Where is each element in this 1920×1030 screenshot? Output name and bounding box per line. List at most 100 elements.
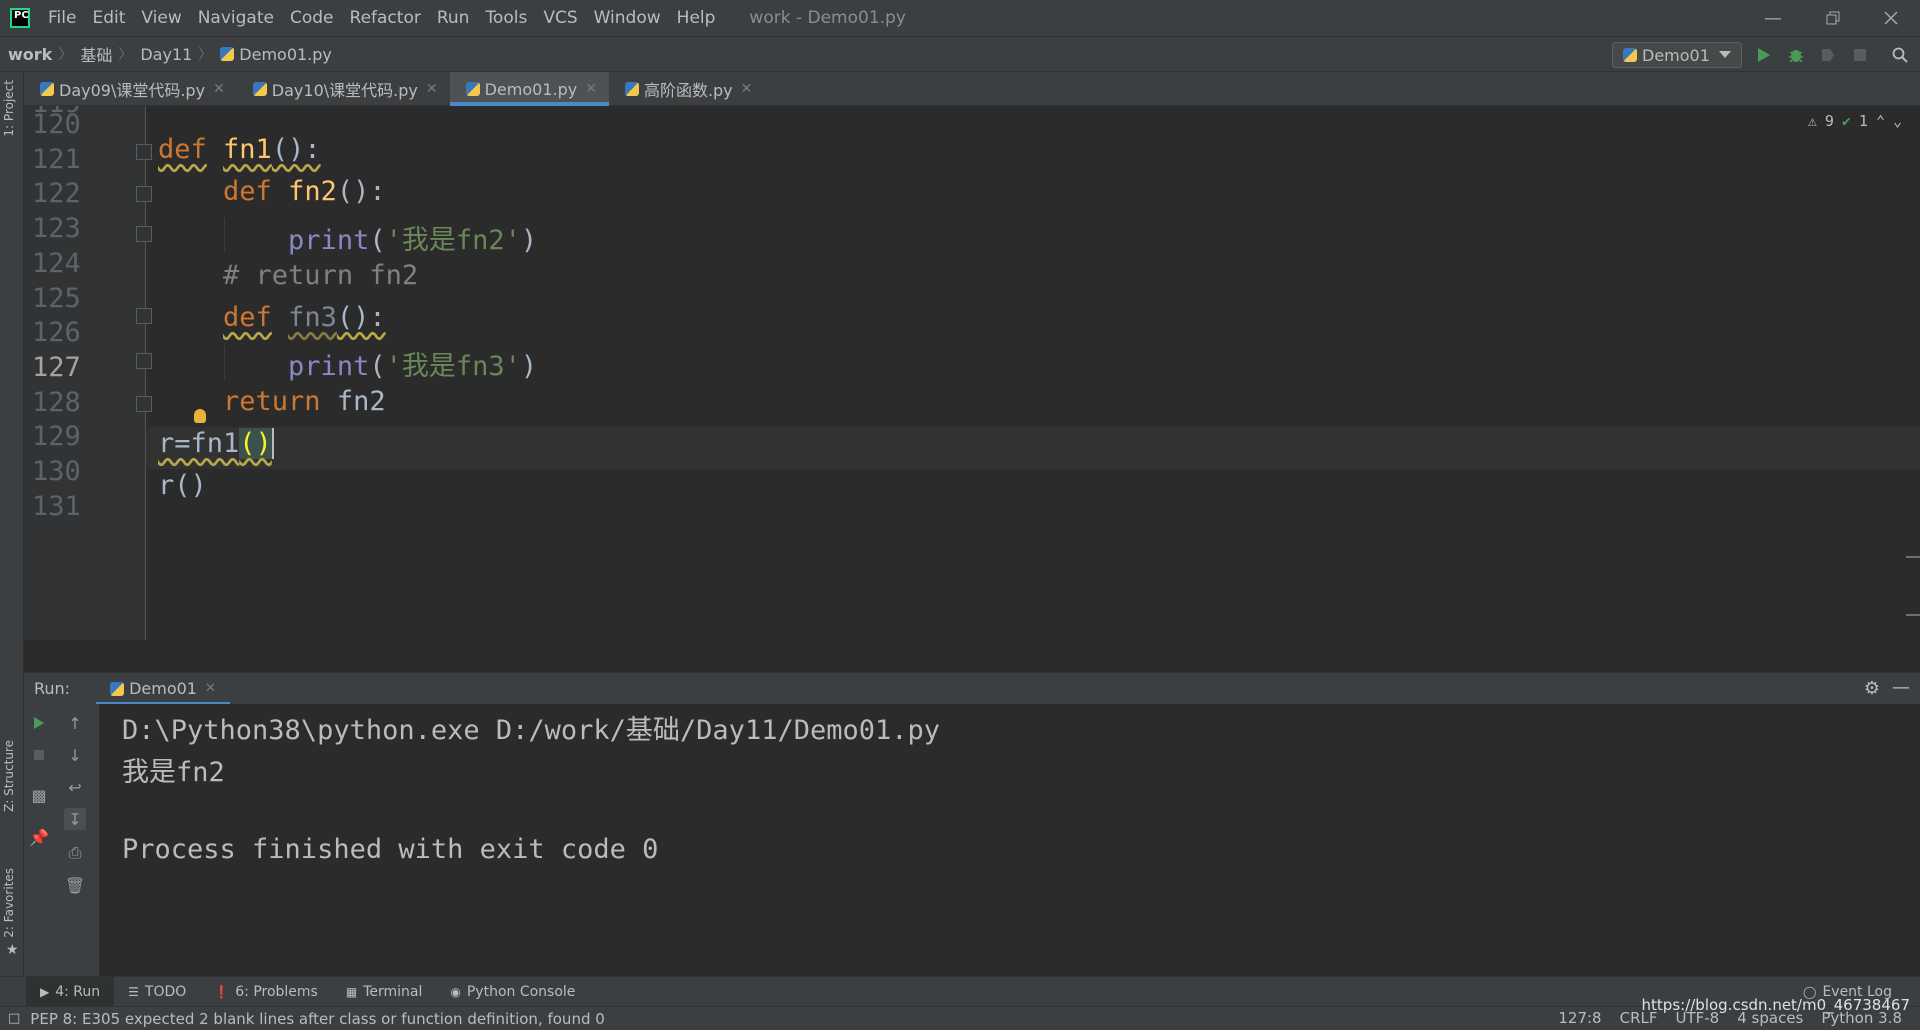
menu-refactor[interactable]: Refactor [342,0,429,36]
print-button[interactable]: ⎙ [64,842,86,864]
python-file-icon [110,681,125,696]
todo-icon: ☰ [128,984,139,999]
breadcrumb-separator-icon: 〉 [198,47,213,63]
menu-file[interactable]: File [40,0,84,36]
tab-problems[interactable]: ❗ 6: Problems [200,977,332,1007]
close-tab-icon[interactable]: ✕ [741,81,753,97]
run-button[interactable] [1754,45,1774,65]
window-title: work - Demo01.py [749,8,906,28]
hide-panel-icon[interactable]: — [1892,677,1910,698]
tab-terminal[interactable]: ▦ Terminal [332,977,437,1007]
code-line-current: r=fn1() [158,428,274,459]
rerun-button[interactable] [28,712,50,734]
tab-day09[interactable]: Day09\课堂代码.py ✕ [24,72,237,106]
pin-tab-button[interactable]: 📌 [28,826,50,848]
run-icon [34,717,44,729]
run-toolbar: ↑ ↓ ↩ ▩ ↧ 📌 ⎙ 🗑 [24,704,100,976]
menu-code[interactable]: Code [282,0,342,36]
menu-navigate[interactable]: Navigate [190,0,282,36]
menu-bar: PC File Edit View Navigate Code Refactor… [0,0,1920,36]
gear-icon[interactable]: ⚙ [1864,678,1880,699]
fold-marker-icon[interactable] [136,308,152,324]
stop-icon [34,750,44,760]
run-configuration-dropdown[interactable]: Demo01 [1612,42,1742,68]
check-icon: ✔ [1841,112,1851,130]
run-icon: ▶ [40,984,50,999]
code-editor[interactable]: 119 120 121 122 123 124 125 126 127 128 … [24,106,1920,640]
bug-icon [1789,50,1803,63]
bottom-tool-tabs: ▶ 4: Run ☰ TODO ❗ 6: Problems ▦ Terminal ◉ Py… [0,976,1920,1007]
chevron-down-icon[interactable]: ⌄ [1893,112,1902,130]
breadcrumb-folder-basic[interactable]: 基础 [72,42,118,66]
fold-marker-icon[interactable] [136,144,152,160]
line-number: 121 [32,144,81,175]
layout-icon: ▩ [31,785,47,805]
stop-button[interactable] [1850,45,1870,65]
run-tab-demo01[interactable]: Demo01 ✕ [96,673,230,705]
restore-button[interactable] [1804,0,1862,36]
warning-icon: ⚠ [1807,112,1817,130]
tab-demo01[interactable]: Demo01.py ✕ [449,72,610,106]
line-number-current: 127 [32,352,81,383]
breadcrumb-work[interactable]: work [0,45,58,64]
line-number: 129 [32,421,81,452]
previous-occurrence-button[interactable]: ↑ [64,712,86,734]
menu-run[interactable]: Run [429,0,478,36]
tab-day10[interactable]: Day10\课堂代码.py ✕ [237,72,450,106]
close-icon [1884,11,1898,25]
close-tab-icon[interactable]: ✕ [426,81,438,97]
chevron-up-icon[interactable]: ⌃ [1876,112,1885,130]
python-file-icon [1623,48,1637,62]
menu-tools[interactable]: Tools [477,0,535,36]
tab-todo[interactable]: ☰ TODO [114,977,200,1007]
breadcrumb-separator-icon: 〉 [118,47,133,63]
project-tool-tab[interactable]: 1: Project [2,80,16,137]
tab-python-console[interactable]: ◉ Python Console [436,977,589,1007]
close-tab-icon[interactable]: ✕ [585,81,597,97]
arrow-up-icon: ↑ [68,713,82,733]
python-file-icon [220,47,235,61]
tab-higher-order-functions[interactable]: 高阶函数.py ✕ [609,72,764,106]
scrollbar-marker[interactable] [1906,556,1920,616]
fold-marker-icon[interactable] [136,396,152,412]
menu-help[interactable]: Help [669,0,724,36]
close-window-button[interactable] [1862,0,1920,36]
python-file-icon [252,82,267,96]
close-tab-icon[interactable]: ✕ [213,81,225,97]
fold-marker-icon[interactable] [136,226,152,242]
toggle-tool-windows-icon[interactable]: □ [8,1011,20,1026]
breadcrumb-file[interactable]: Demo01.py [212,45,338,64]
favorites-tool-tab[interactable]: 2: Favorites [2,868,16,938]
menu-view[interactable]: View [133,0,189,36]
code-line: def fn1(): [158,134,321,165]
debug-button[interactable] [1786,45,1806,65]
line-number: 124 [32,248,81,279]
next-occurrence-button[interactable]: ↓ [64,744,86,766]
line-number: 120 [32,109,81,140]
clear-all-button[interactable]: 🗑 [64,874,86,896]
stop-run-button[interactable] [28,744,50,766]
fold-marker-icon[interactable] [136,186,152,202]
inspection-widget[interactable]: ⚠ 9 ✔ 1 ⌃ ⌄ [1808,112,1902,130]
trash-icon: 🗑 [64,875,86,895]
minimize-button[interactable]: — [1744,0,1802,36]
structure-tool-tab[interactable]: Z: Structure [2,740,16,812]
console-line: 我是fn2 [122,757,225,788]
soft-wrap-button[interactable]: ↩ [64,776,86,798]
caret-position[interactable]: 127:8 [1558,1009,1601,1027]
menu-window[interactable]: Window [586,0,669,36]
scroll-to-end-button[interactable]: ↧ [64,808,86,830]
coverage-button[interactable] [1818,45,1838,65]
fold-marker-icon[interactable] [136,353,152,369]
menu-edit[interactable]: Edit [84,0,133,36]
search-everywhere-button[interactable] [1890,45,1910,65]
restore-layout-button[interactable]: ▩ [28,784,50,806]
code-line: def fn2(): [223,176,386,207]
run-icon [1758,48,1770,62]
tab-run[interactable]: ▶ 4: Run [26,976,115,1007]
close-tab-icon[interactable]: ✕ [205,681,216,696]
run-console-output[interactable]: D:\Python38\python.exe D:/work/基础/Day11/… [100,704,1920,976]
python-file-icon [40,82,54,96]
breadcrumb-day11[interactable]: Day11 [132,45,198,64]
menu-vcs[interactable]: VCS [535,0,585,36]
